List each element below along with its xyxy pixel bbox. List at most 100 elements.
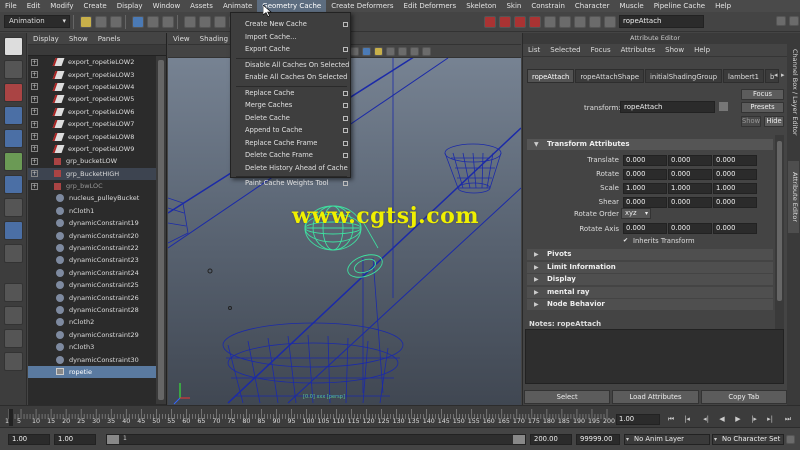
current-time-marker[interactable] [9,409,13,426]
rotate-axis-field[interactable]: 0.000 [668,223,712,234]
go-to-input-icon[interactable] [719,102,728,111]
expand-toggle-icon[interactable]: + [31,170,38,178]
scale-tool-icon[interactable] [4,152,23,171]
rotate-field[interactable]: 0.000 [668,169,712,180]
outliner-menu-show[interactable]: Show [64,35,93,43]
snap-point-icon[interactable] [214,15,226,28]
menu-item-export-cache[interactable]: Export Cache [231,44,352,55]
outliner-item[interactable]: dynamicConstraint20 [28,229,156,241]
menu-constrain[interactable]: Constrain [526,0,570,12]
range-slider[interactable]: 1 [106,434,526,445]
step-back-key-icon[interactable]: |◂ [682,415,692,424]
option-box-icon[interactable] [343,103,348,108]
focus-button[interactable]: Focus [741,89,784,100]
tab-lambert1[interactable]: lambert1 [723,69,764,83]
hide-button[interactable]: Hide [764,116,784,127]
ipr-render-icon[interactable] [514,15,526,28]
viewport-menu-view[interactable]: View [168,35,195,43]
step-back-frame-icon[interactable]: ◂| [701,415,711,424]
menu-item-replace-cache[interactable]: Replace Cache [231,88,352,99]
scale-field[interactable]: 1.000 [713,183,757,194]
outliner-scrollbar[interactable] [156,56,166,404]
outliner-item[interactable]: + export_ropetieLOW4 [28,81,156,93]
go-to-start-icon[interactable]: ⏮ [666,415,676,424]
attribute-editor-scrollbar[interactable] [775,135,784,335]
option-box-icon[interactable] [343,115,348,121]
menu-item-replace-cache-frame[interactable]: Replace Cache Frame [231,138,352,149]
expand-toggle-icon[interactable]: + [31,71,38,79]
construction-history-icon[interactable] [559,15,571,28]
menu-item-delete-cache-frame[interactable]: Delete Cache Frame [231,150,352,161]
outliner-item[interactable]: + grp_bwLOC [28,180,156,192]
persp-graph-layout-icon[interactable] [4,352,23,371]
option-box-icon[interactable] [343,153,348,158]
inherits-transform-row[interactable]: ✔ Inherits Transform [623,237,695,245]
lights-icon[interactable] [374,46,383,56]
translate-field[interactable]: 0.000 [713,155,757,166]
shadows-icon[interactable] [386,46,395,56]
history-icon[interactable] [484,15,496,28]
outliner-item[interactable]: ropetie [28,365,156,379]
menu-muscle[interactable]: Muscle [614,0,648,12]
scale-field[interactable]: 1.000 [668,183,712,194]
menu-edit[interactable]: Edit [22,0,46,12]
xray-icon[interactable] [398,46,407,56]
menu-skeleton[interactable]: Skeleton [461,0,501,12]
expand-toggle-icon[interactable]: + [31,58,38,66]
ae-menu-list[interactable]: List [523,46,545,54]
rotate-axis-field[interactable]: 0.000 [713,223,757,234]
menu-item-delete-cache[interactable]: Delete Cache [231,113,352,124]
outliner-item[interactable]: + export_ropetieLOW8 [28,130,156,142]
outliner-item[interactable]: dynamicConstraint28 [28,304,156,316]
menu-display[interactable]: Display [112,0,148,12]
outliner-item[interactable]: + export_ropetieLOW2 [28,56,156,68]
presets-button[interactable]: Presets [741,102,784,113]
open-scene-icon[interactable] [95,15,107,28]
shear-field[interactable]: 0.000 [623,197,667,208]
option-box-icon[interactable] [343,181,348,186]
menu-pipeline-cache[interactable]: Pipeline Cache [649,0,710,12]
play-forwards-icon[interactable]: ▶ [733,415,743,424]
menu-item-append-to-cache[interactable]: Append to Cache [231,125,352,136]
expand-toggle-icon[interactable]: + [31,182,38,190]
input-mode-icon[interactable] [574,15,586,28]
universal-manipulator-icon[interactable] [4,175,23,194]
snap-grid-icon[interactable] [184,15,196,28]
outliner-item[interactable]: + export_ropetieLOW7 [28,118,156,130]
section-mental-ray[interactable]: ▶ mental ray [527,286,773,298]
menu-item-paint-cache-weights-tool[interactable]: Paint Cache Weights Tool [231,178,352,189]
menu-item-delete-history-ahead-of-cache[interactable]: Delete History Ahead of Cache [231,163,352,174]
toggle-attribute-editor-icon[interactable] [789,16,799,26]
scale-field[interactable]: 1.000 [623,183,667,194]
copy-tab-button[interactable]: Copy Tab [700,390,787,404]
select-object-icon[interactable] [147,15,159,28]
grid-toggle-icon[interactable] [422,46,431,56]
render-settings-icon[interactable] [529,15,541,28]
ae-menu-selected[interactable]: Selected [545,46,585,54]
channel-box-tab[interactable]: Channel Box / Layer Editor [788,37,799,147]
translate-field[interactable]: 0.000 [623,155,667,166]
ae-menu-attributes[interactable]: Attributes [616,46,661,54]
outliner-item[interactable]: dynamicConstraint30 [28,353,156,365]
outliner-item[interactable]: + export_ropetieLOW6 [28,106,156,118]
menu-item-import-cache[interactable]: Import Cache... [231,32,352,43]
outliner-menu-panels[interactable]: Panels [93,35,126,43]
rotate-tool-icon[interactable] [4,129,23,148]
option-box-icon[interactable] [343,128,348,133]
outliner-menu-display[interactable]: Display [28,35,64,43]
lock-selection-icon[interactable] [589,15,601,28]
menu-modify[interactable]: Modify [45,0,78,12]
four-view-layout-icon[interactable] [4,306,23,325]
option-box-icon[interactable] [343,90,348,96]
outliner-item[interactable]: dynamicConstraint22 [28,242,156,254]
hypershade-icon[interactable] [544,15,556,28]
range-handle-start[interactable] [107,435,119,444]
isolate-icon[interactable] [410,46,419,56]
playback-end-field[interactable]: 200.00 [530,434,572,445]
expand-toggle-icon[interactable]: + [31,120,38,128]
outliner-item[interactable]: + export_ropetieLOW5 [28,93,156,105]
expand-toggle-icon[interactable]: + [31,108,38,116]
outliner-item[interactable]: + export_ropetieLOW3 [28,68,156,80]
anim-layer-dropdown[interactable]: No Anim Layer [624,434,710,445]
translate-field[interactable]: 0.000 [668,155,712,166]
